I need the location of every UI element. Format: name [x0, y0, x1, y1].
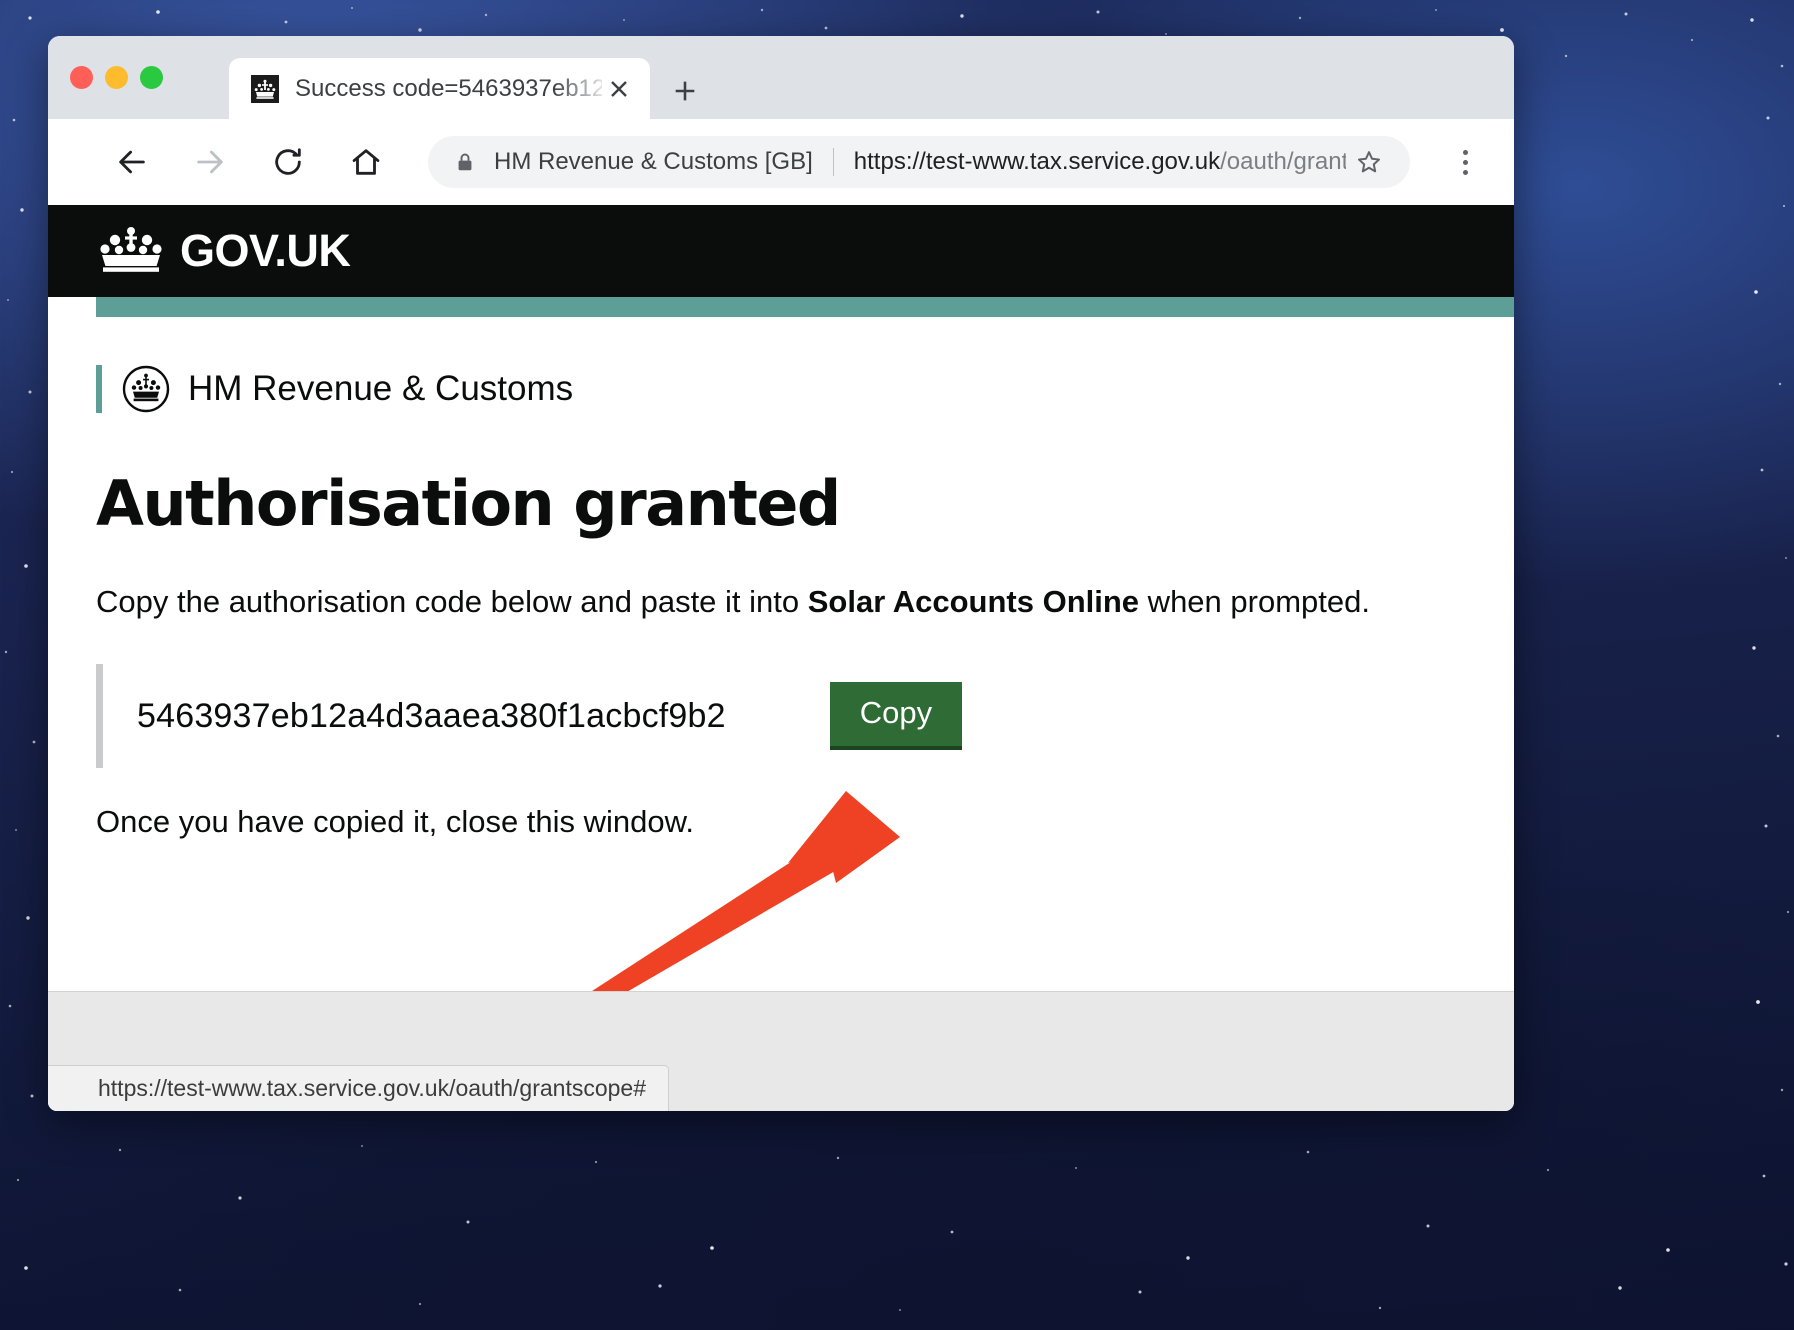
hmrc-crown-crest-icon [122, 365, 170, 413]
service-name-label: HM Revenue & Customs [188, 369, 574, 408]
govuk-crown-icon [98, 223, 164, 280]
govuk-wordmark: GOV.UK [180, 225, 351, 276]
reload-button[interactable] [260, 134, 316, 190]
service-accent-stripe [96, 365, 102, 413]
govuk-crown-icon [251, 74, 279, 103]
omnibox-divider [832, 148, 834, 176]
menu-dot [1462, 169, 1468, 175]
page-viewport: GOV.UK HM Revenue & Customs Authorisatio… [48, 205, 1514, 991]
site-identity-label: HM Revenue & Customs [GB] [494, 148, 813, 175]
minimize-window-button[interactable] [105, 66, 128, 89]
url-path: /oauth/grantsc… [1220, 148, 1346, 175]
auth-code-value[interactable]: 5463937eb12a4d3aaea380f1acbcf9b2 [137, 697, 726, 736]
menu-dot [1462, 159, 1468, 165]
padlock-icon [454, 151, 476, 173]
new-tab-button[interactable] [665, 71, 705, 111]
auth-code-block: 5463937eb12a4d3aaea380f1acbcf9b2 Copy [96, 664, 1464, 769]
url-text: https://test-www.tax.service.gov.uk/oaut… [854, 148, 1346, 176]
tab-title: Success code=5463937eb12a [295, 74, 602, 102]
browser-toolbar: HM Revenue & Customs [GB] https://test-w… [48, 119, 1514, 205]
address-bar[interactable]: HM Revenue & Customs [GB] https://test-w… [428, 136, 1410, 188]
browser-tab-strip: Success code=5463937eb12a [48, 36, 1514, 119]
menu-dot [1462, 149, 1468, 155]
window-controls [70, 66, 163, 89]
browser-footer: https://test-www.tax.service.gov.uk/oaut… [48, 991, 1514, 1111]
home-button[interactable] [338, 134, 394, 190]
intro-paragraph: Copy the authorisation code below and pa… [96, 582, 1464, 622]
intro-text-after: when prompted. [1139, 584, 1370, 620]
page-content: HM Revenue & Customs Authorisation grant… [48, 317, 1514, 840]
browser-window: Success code=5463937eb12a HM Revenue & C… [48, 36, 1514, 1111]
intro-text-before: Copy the authorisation code below and pa… [96, 584, 808, 620]
service-accent-bar [96, 297, 1514, 317]
status-bar-url: https://test-www.tax.service.gov.uk/oaut… [48, 1065, 670, 1111]
close-tab-button[interactable] [602, 72, 636, 106]
bookmark-star-icon[interactable] [1346, 139, 1392, 185]
forward-button[interactable] [182, 134, 238, 190]
back-button[interactable] [104, 134, 160, 190]
url-origin: https://test-www.tax.service.gov.uk [853, 148, 1221, 175]
maximize-window-button[interactable] [140, 66, 163, 89]
closing-note: Once you have copied it, close this wind… [96, 804, 694, 840]
browser-tab[interactable]: Success code=5463937eb12a [229, 58, 650, 119]
close-window-button[interactable] [70, 66, 93, 89]
govuk-global-header: GOV.UK [48, 205, 1514, 297]
browser-menu-button[interactable] [1442, 139, 1488, 185]
service-identity-row: HM Revenue & Customs [96, 365, 1464, 413]
app-name-emphasis: Solar Accounts Online [807, 584, 1140, 620]
govuk-logo[interactable]: GOV.UK [98, 223, 351, 280]
page-title: Authorisation granted [96, 467, 841, 540]
copy-button[interactable]: Copy [829, 682, 963, 751]
